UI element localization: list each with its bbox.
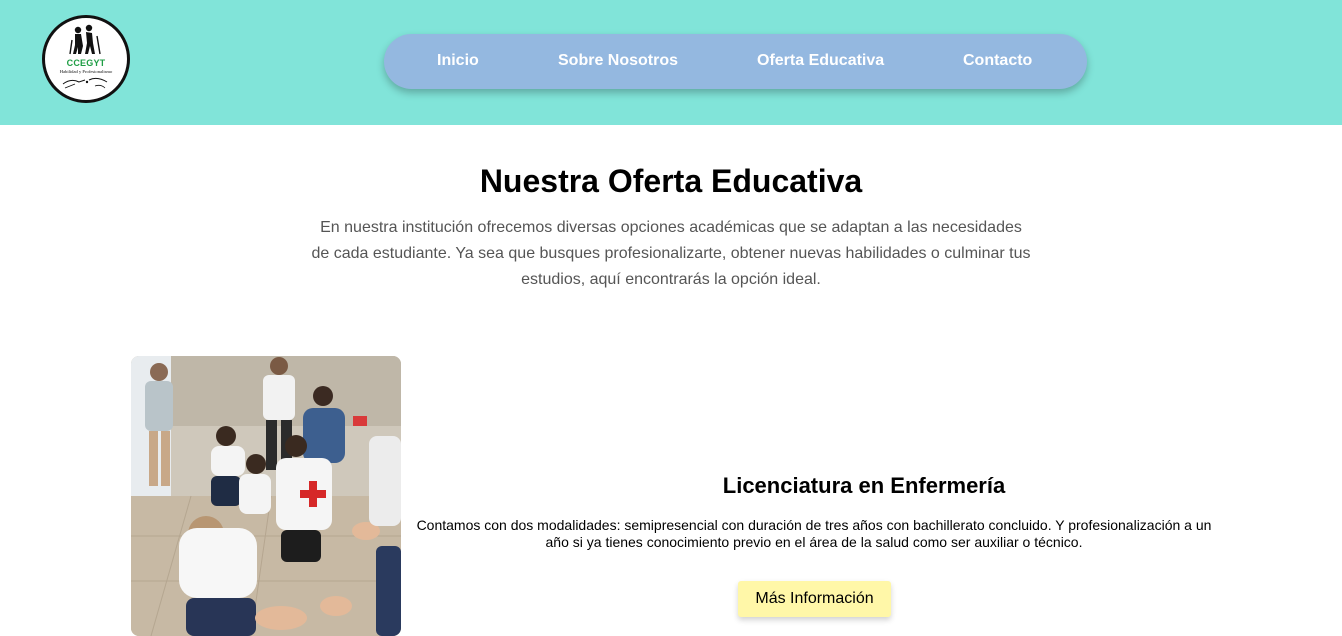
- course-photo: [131, 356, 401, 636]
- nav-item-inicio[interactable]: Inicio: [437, 52, 479, 70]
- more-info-button[interactable]: Más Información: [738, 581, 891, 617]
- site-header: CCEGYT Habilidad y Profesionalismo Inici…: [0, 0, 1342, 125]
- intro-paragraph: En nuestra institución ofrecemos diversa…: [311, 219, 1031, 288]
- nursing-practice-image: [131, 356, 401, 636]
- logo-tagline: Habilidad y Profesionalismo: [59, 69, 113, 74]
- nav-item-oferta-educativa[interactable]: Oferta Educativa: [757, 52, 884, 70]
- site-logo[interactable]: CCEGYT Habilidad y Profesionalismo: [42, 15, 130, 103]
- nav-item-contacto[interactable]: Contacto: [963, 52, 1032, 70]
- course-description: Contamos con dos modalidades: semipresen…: [416, 517, 1212, 550]
- logo-name: CCEGYT: [66, 58, 106, 68]
- nav-item-sobre-nosotros[interactable]: Sobre Nosotros: [558, 52, 678, 70]
- course-title: Licenciatura en Enfermería: [722, 473, 1006, 498]
- main-nav: Inicio Sobre Nosotros Oferta Educativa C…: [384, 34, 1087, 89]
- page-title: Nuestra Oferta Educativa: [479, 163, 863, 199]
